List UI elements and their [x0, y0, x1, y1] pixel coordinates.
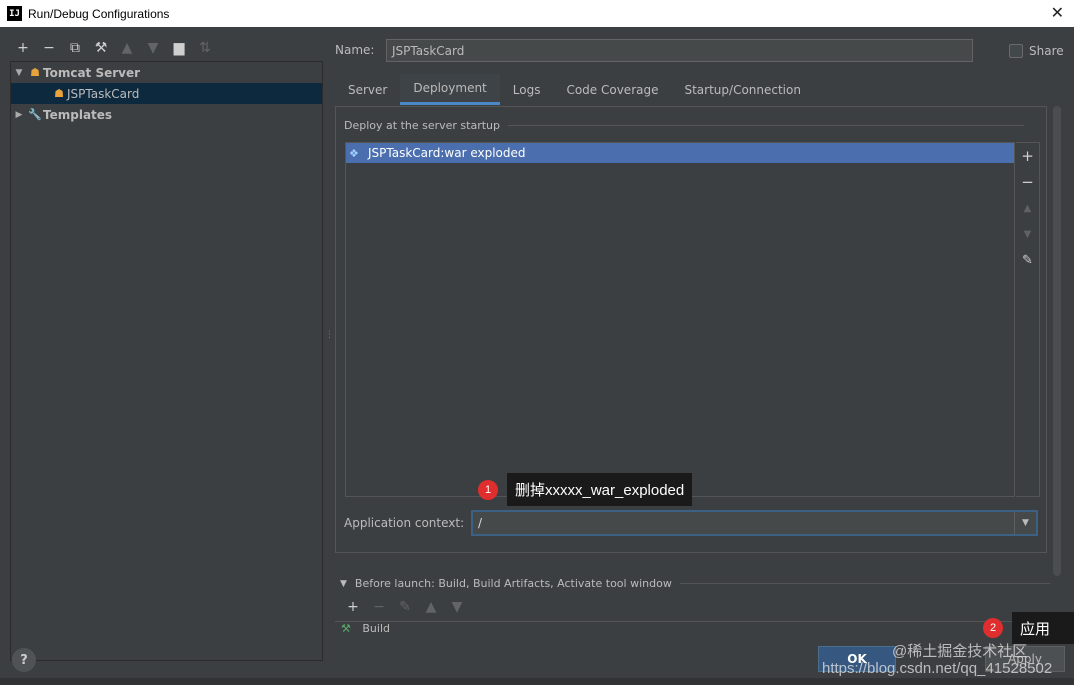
list-side-toolbar: + − ▲ ▼ ✎: [1016, 142, 1040, 497]
before-launch-title: Before launch: Build, Build Artifacts, A…: [354, 577, 672, 590]
remove-config-button[interactable]: −: [36, 39, 62, 57]
move-down-button[interactable]: ▼: [444, 598, 470, 616]
annotation-callout-2: 应用: [1012, 612, 1074, 644]
application-context-value[interactable]: /: [478, 516, 482, 530]
artifact-label: JSPTaskCard:war exploded: [368, 146, 526, 160]
wrench-icon: 🔧: [28, 108, 42, 121]
add-artifact-button[interactable]: +: [1016, 143, 1039, 169]
move-up-button[interactable]: ▲: [114, 39, 140, 57]
share-label: Share: [1029, 44, 1064, 58]
copy-config-button[interactable]: ⧉: [62, 39, 88, 57]
new-folder-button[interactable]: ▆: [166, 39, 192, 57]
build-icon: ⚒: [341, 622, 351, 635]
name-label: Name:: [335, 43, 375, 57]
deploy-section-header: Deploy at the server startup: [344, 119, 1024, 132]
move-up-button[interactable]: ▲: [418, 598, 444, 616]
application-context-label: Application context:: [344, 516, 465, 530]
tree-node-label: Tomcat Server: [43, 65, 141, 80]
tab-logs[interactable]: Logs: [500, 74, 554, 105]
divider: [679, 583, 1050, 584]
help-button[interactable]: ?: [12, 648, 36, 672]
tab-startup-connection[interactable]: Startup/Connection: [671, 74, 813, 105]
add-config-button[interactable]: +: [10, 39, 36, 57]
annotation-badge-2: 2: [983, 618, 1003, 638]
remove-artifact-button[interactable]: −: [1016, 169, 1039, 195]
list-item[interactable]: ❖ JSPTaskCard:war exploded: [346, 143, 1014, 163]
artifact-icon: ❖: [349, 146, 359, 160]
before-launch-toolbar: + − ✎ ▲ ▼: [340, 598, 470, 616]
window-title: Run/Debug Configurations: [28, 6, 170, 21]
move-down-button[interactable]: ▼: [1016, 221, 1039, 247]
edit-pencil-icon[interactable]: ✎: [1016, 247, 1039, 273]
watermark: @稀土掘金技术社区 https://blog.csdn.net/qq_41528…: [822, 643, 1053, 677]
panel-splitter[interactable]: ⋮: [325, 330, 334, 340]
share-checkbox-group[interactable]: Share: [1009, 44, 1064, 58]
tree-node-label: Templates: [43, 107, 113, 122]
remove-task-button[interactable]: −: [366, 598, 392, 616]
edit-task-button[interactable]: ✎: [392, 598, 418, 616]
divider: [508, 125, 1024, 126]
tree-node-templates[interactable]: ▶ 🔧 Templates: [11, 104, 322, 125]
list-item[interactable]: ⚒ Build: [335, 621, 1035, 635]
move-down-button[interactable]: ▼: [140, 39, 166, 57]
add-task-button[interactable]: +: [340, 598, 366, 616]
name-input[interactable]: JSPTaskCard: [386, 39, 973, 62]
application-context-combo[interactable]: / ▼: [471, 510, 1038, 536]
tab-code-coverage[interactable]: Code Coverage: [553, 74, 671, 105]
task-label: Build: [362, 622, 390, 635]
config-tree: ▼ ☗ Tomcat Server ☗ JSPTaskCard ▶ 🔧 Temp…: [10, 61, 323, 661]
expand-arrow-icon[interactable]: ▼: [11, 68, 27, 78]
annotation-badge-1: 1: [478, 480, 498, 500]
sort-button[interactable]: ⇅: [192, 39, 218, 57]
configurations-panel: + − ⧉ ⚒ ▲ ▼ ▆ ⇅ ▼ ☗ Tomcat Server ☗ JSPT…: [0, 27, 330, 662]
tree-node-jsptaskcard[interactable]: ☗ JSPTaskCard: [11, 83, 322, 104]
watermark-line-1: @稀土掘金技术社区: [892, 643, 1028, 660]
deploy-list[interactable]: ❖ JSPTaskCard:war exploded: [345, 142, 1015, 497]
annotation-callout-1: 删掉xxxxx_war_exploded: [507, 473, 693, 506]
chevron-down-icon[interactable]: ▼: [1014, 512, 1036, 534]
tree-node-label: JSPTaskCard: [67, 86, 140, 101]
tab-deployment[interactable]: Deployment: [400, 74, 500, 105]
tomcat-icon: ☗: [30, 66, 40, 79]
config-tabs: Server Deployment Logs Code Coverage Sta…: [335, 74, 814, 105]
before-launch-header[interactable]: ▼ Before launch: Build, Build Artifacts,…: [340, 577, 1050, 590]
watermark-line-2: https://blog.csdn.net/qq_41528502: [822, 659, 1053, 677]
share-checkbox[interactable]: [1009, 44, 1023, 58]
config-toolbar: + − ⧉ ⚒ ▲ ▼ ▆ ⇅: [10, 39, 218, 57]
edit-defaults-button[interactable]: ⚒: [88, 39, 114, 57]
intellij-logo-icon: IJ: [7, 6, 22, 21]
section-title: Deploy at the server startup: [344, 119, 501, 132]
vertical-scrollbar[interactable]: [1053, 106, 1061, 576]
tomcat-icon: ☗: [54, 87, 64, 100]
tree-node-tomcat-server[interactable]: ▼ ☗ Tomcat Server: [11, 62, 322, 83]
close-icon[interactable]: ✕: [1051, 3, 1064, 22]
move-up-button[interactable]: ▲: [1016, 195, 1039, 221]
title-bar: IJ Run/Debug Configurations ✕: [0, 0, 1074, 27]
bottom-strip: [0, 678, 1074, 685]
tab-server[interactable]: Server: [335, 74, 400, 105]
expand-arrow-icon[interactable]: ▼: [340, 579, 347, 589]
collapse-arrow-icon[interactable]: ▶: [11, 110, 27, 120]
